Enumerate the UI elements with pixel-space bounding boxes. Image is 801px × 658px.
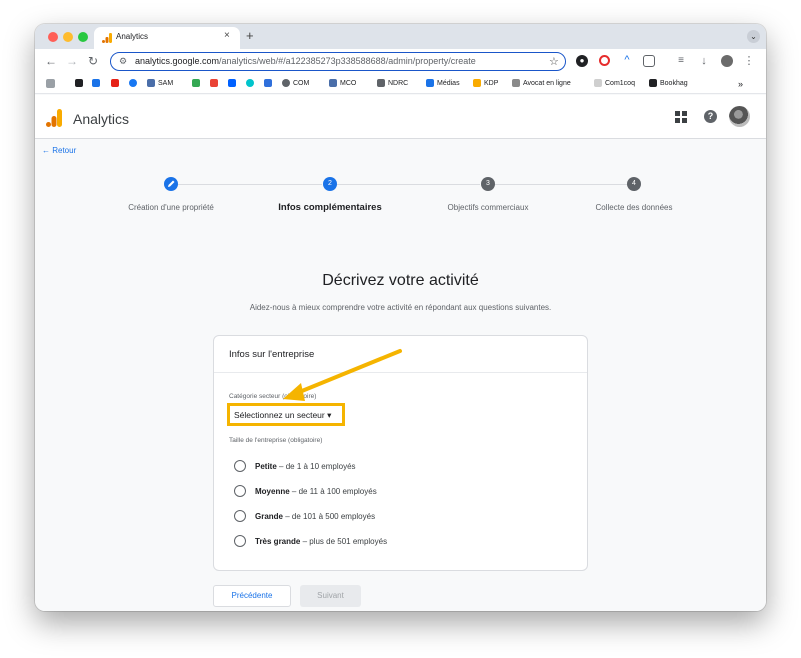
- app-title: Analytics: [73, 111, 130, 127]
- tab-close-icon[interactable]: ×: [224, 30, 230, 41]
- bookmark-mco[interactable]: MCO: [329, 79, 356, 87]
- new-tab-button[interactable]: +: [246, 28, 254, 43]
- browser-menu-icon[interactable]: ⋮: [743, 55, 755, 67]
- minimize-window-button[interactable]: [63, 32, 73, 42]
- radio-button[interactable]: [234, 510, 246, 522]
- bookmark-check-icon[interactable]: [264, 79, 275, 87]
- category-select-value: Sélectionnez un secteur ▾: [234, 410, 332, 420]
- size-label: Taille de l'entreprise (obligatoire): [229, 437, 323, 444]
- apps-grid-icon[interactable]: [675, 111, 687, 123]
- app-header: Analytics ?: [35, 95, 766, 139]
- bookmark-drive-icon[interactable]: [192, 79, 203, 87]
- category-select[interactable]: Sélectionnez un secteur ▾: [227, 403, 345, 426]
- bookmarks-overflow-icon[interactable]: »: [738, 79, 743, 89]
- close-window-button[interactable]: [48, 32, 58, 42]
- url-text: analytics.google.com/analytics/web/#/a12…: [135, 56, 476, 66]
- help-icon[interactable]: ?: [704, 110, 717, 123]
- back-arrow-icon[interactable]: ←: [45, 54, 57, 68]
- bookmark-star-icon[interactable]: ☆: [549, 55, 559, 68]
- step-2-label: Infos complémentaires: [278, 202, 382, 213]
- size-option-petite[interactable]: Petite – de 1 à 10 employés: [234, 459, 356, 473]
- back-link[interactable]: ← Retour: [42, 146, 76, 155]
- category-label: Catégorie secteur (obligatoire): [229, 393, 317, 400]
- reload-icon[interactable]: ↻: [88, 54, 98, 68]
- step-3-label: Objectifs commerciaux: [447, 203, 529, 212]
- forward-arrow-icon[interactable]: →: [66, 54, 78, 68]
- bookmark-k-icon[interactable]: [75, 79, 86, 87]
- extension-icon[interactable]: ●: [576, 55, 588, 67]
- puzzle-extensions-icon[interactable]: [643, 55, 655, 67]
- opera-extension-icon[interactable]: [599, 55, 610, 66]
- bookmark-kdp[interactable]: KDP: [473, 79, 498, 87]
- bookmark-avocat[interactable]: Avocat en ligne: [512, 79, 571, 87]
- radio-button[interactable]: [234, 485, 246, 497]
- profile-avatar-icon[interactable]: [721, 55, 733, 67]
- radio-button[interactable]: [234, 460, 246, 472]
- bookmark-com1coq[interactable]: Com1coq: [594, 79, 635, 87]
- bookmark-youtube-icon[interactable]: [111, 79, 122, 87]
- next-button-disabled[interactable]: Suivant: [300, 585, 361, 607]
- apps-grid-icon[interactable]: [46, 79, 58, 88]
- tab-analytics[interactable]: Analytics ×: [94, 27, 240, 49]
- bookmark-ndrc[interactable]: NDRC: [377, 79, 408, 87]
- reading-list-icon[interactable]: ≡: [675, 55, 687, 67]
- step-4-badge: 4: [627, 177, 641, 191]
- step-1-label: Création d'une propriété: [128, 203, 214, 212]
- bookmark-bookhag[interactable]: Bookhag: [649, 79, 688, 87]
- bookmarks-bar: SAM COM MCO NDRC Médias KDP Avocat en li…: [35, 74, 766, 94]
- bookmark-facebook-icon[interactable]: [129, 79, 140, 87]
- vpn-extension-icon[interactable]: ^: [621, 55, 633, 67]
- step-1-edit-icon[interactable]: [164, 177, 178, 191]
- dropdown-caret-icon: ▾: [327, 410, 332, 420]
- maximize-window-button[interactable]: [78, 32, 88, 42]
- bookmark-sam[interactable]: SAM: [147, 79, 173, 87]
- download-icon[interactable]: ↓: [698, 55, 710, 67]
- tab-strip: Analytics × + ⌄: [35, 24, 766, 49]
- size-option-tres-grande[interactable]: Très grande – plus de 501 employés: [234, 534, 387, 548]
- bookmark-canva-icon[interactable]: [246, 79, 257, 87]
- main-content: ← Retour 2 3 4 Création d'une propriété …: [35, 139, 766, 611]
- browser-toolbar: ← → ↻ ⚙ analytics.google.com/analytics/w…: [35, 49, 766, 74]
- page-subtitle: Aidez-nous à mieux comprendre votre acti…: [249, 303, 552, 312]
- google-analytics-logo-icon: [46, 109, 62, 127]
- step-4-label: Collecte des données: [595, 203, 673, 212]
- bookmark-medias[interactable]: Médias: [426, 79, 460, 87]
- account-avatar[interactable]: [729, 106, 750, 127]
- tab-title: Analytics: [116, 32, 149, 41]
- card-divider: [214, 372, 587, 373]
- address-bar[interactable]: ⚙ analytics.google.com/analytics/web/#/a…: [110, 52, 566, 71]
- step-3-badge: 3: [481, 177, 495, 191]
- bookmark-gmail-icon[interactable]: [210, 79, 221, 87]
- bookmark-mail-icon[interactable]: [92, 79, 103, 87]
- site-settings-icon[interactable]: ⚙: [119, 56, 127, 67]
- card-title: Infos sur l'entreprise: [229, 349, 315, 360]
- bookmark-dropbox-icon[interactable]: [228, 79, 239, 87]
- size-option-grande[interactable]: Grande – de 101 à 500 employés: [234, 509, 375, 523]
- browser-window: Analytics × + ⌄ ← → ↻ ⚙ analytics.google…: [35, 24, 766, 611]
- analytics-favicon-icon: [102, 33, 112, 43]
- tab-search-icon[interactable]: ⌄: [747, 30, 760, 43]
- bookmark-com[interactable]: COM: [282, 79, 309, 87]
- step-2-badge: 2: [323, 177, 337, 191]
- size-option-moyenne[interactable]: Moyenne – de 11 à 100 employés: [234, 484, 377, 498]
- business-info-card: Infos sur l'entreprise Catégorie secteur…: [213, 335, 588, 571]
- radio-button[interactable]: [234, 535, 246, 547]
- previous-button[interactable]: Précédente: [213, 585, 291, 607]
- page-title: Décrivez votre activité: [322, 272, 479, 289]
